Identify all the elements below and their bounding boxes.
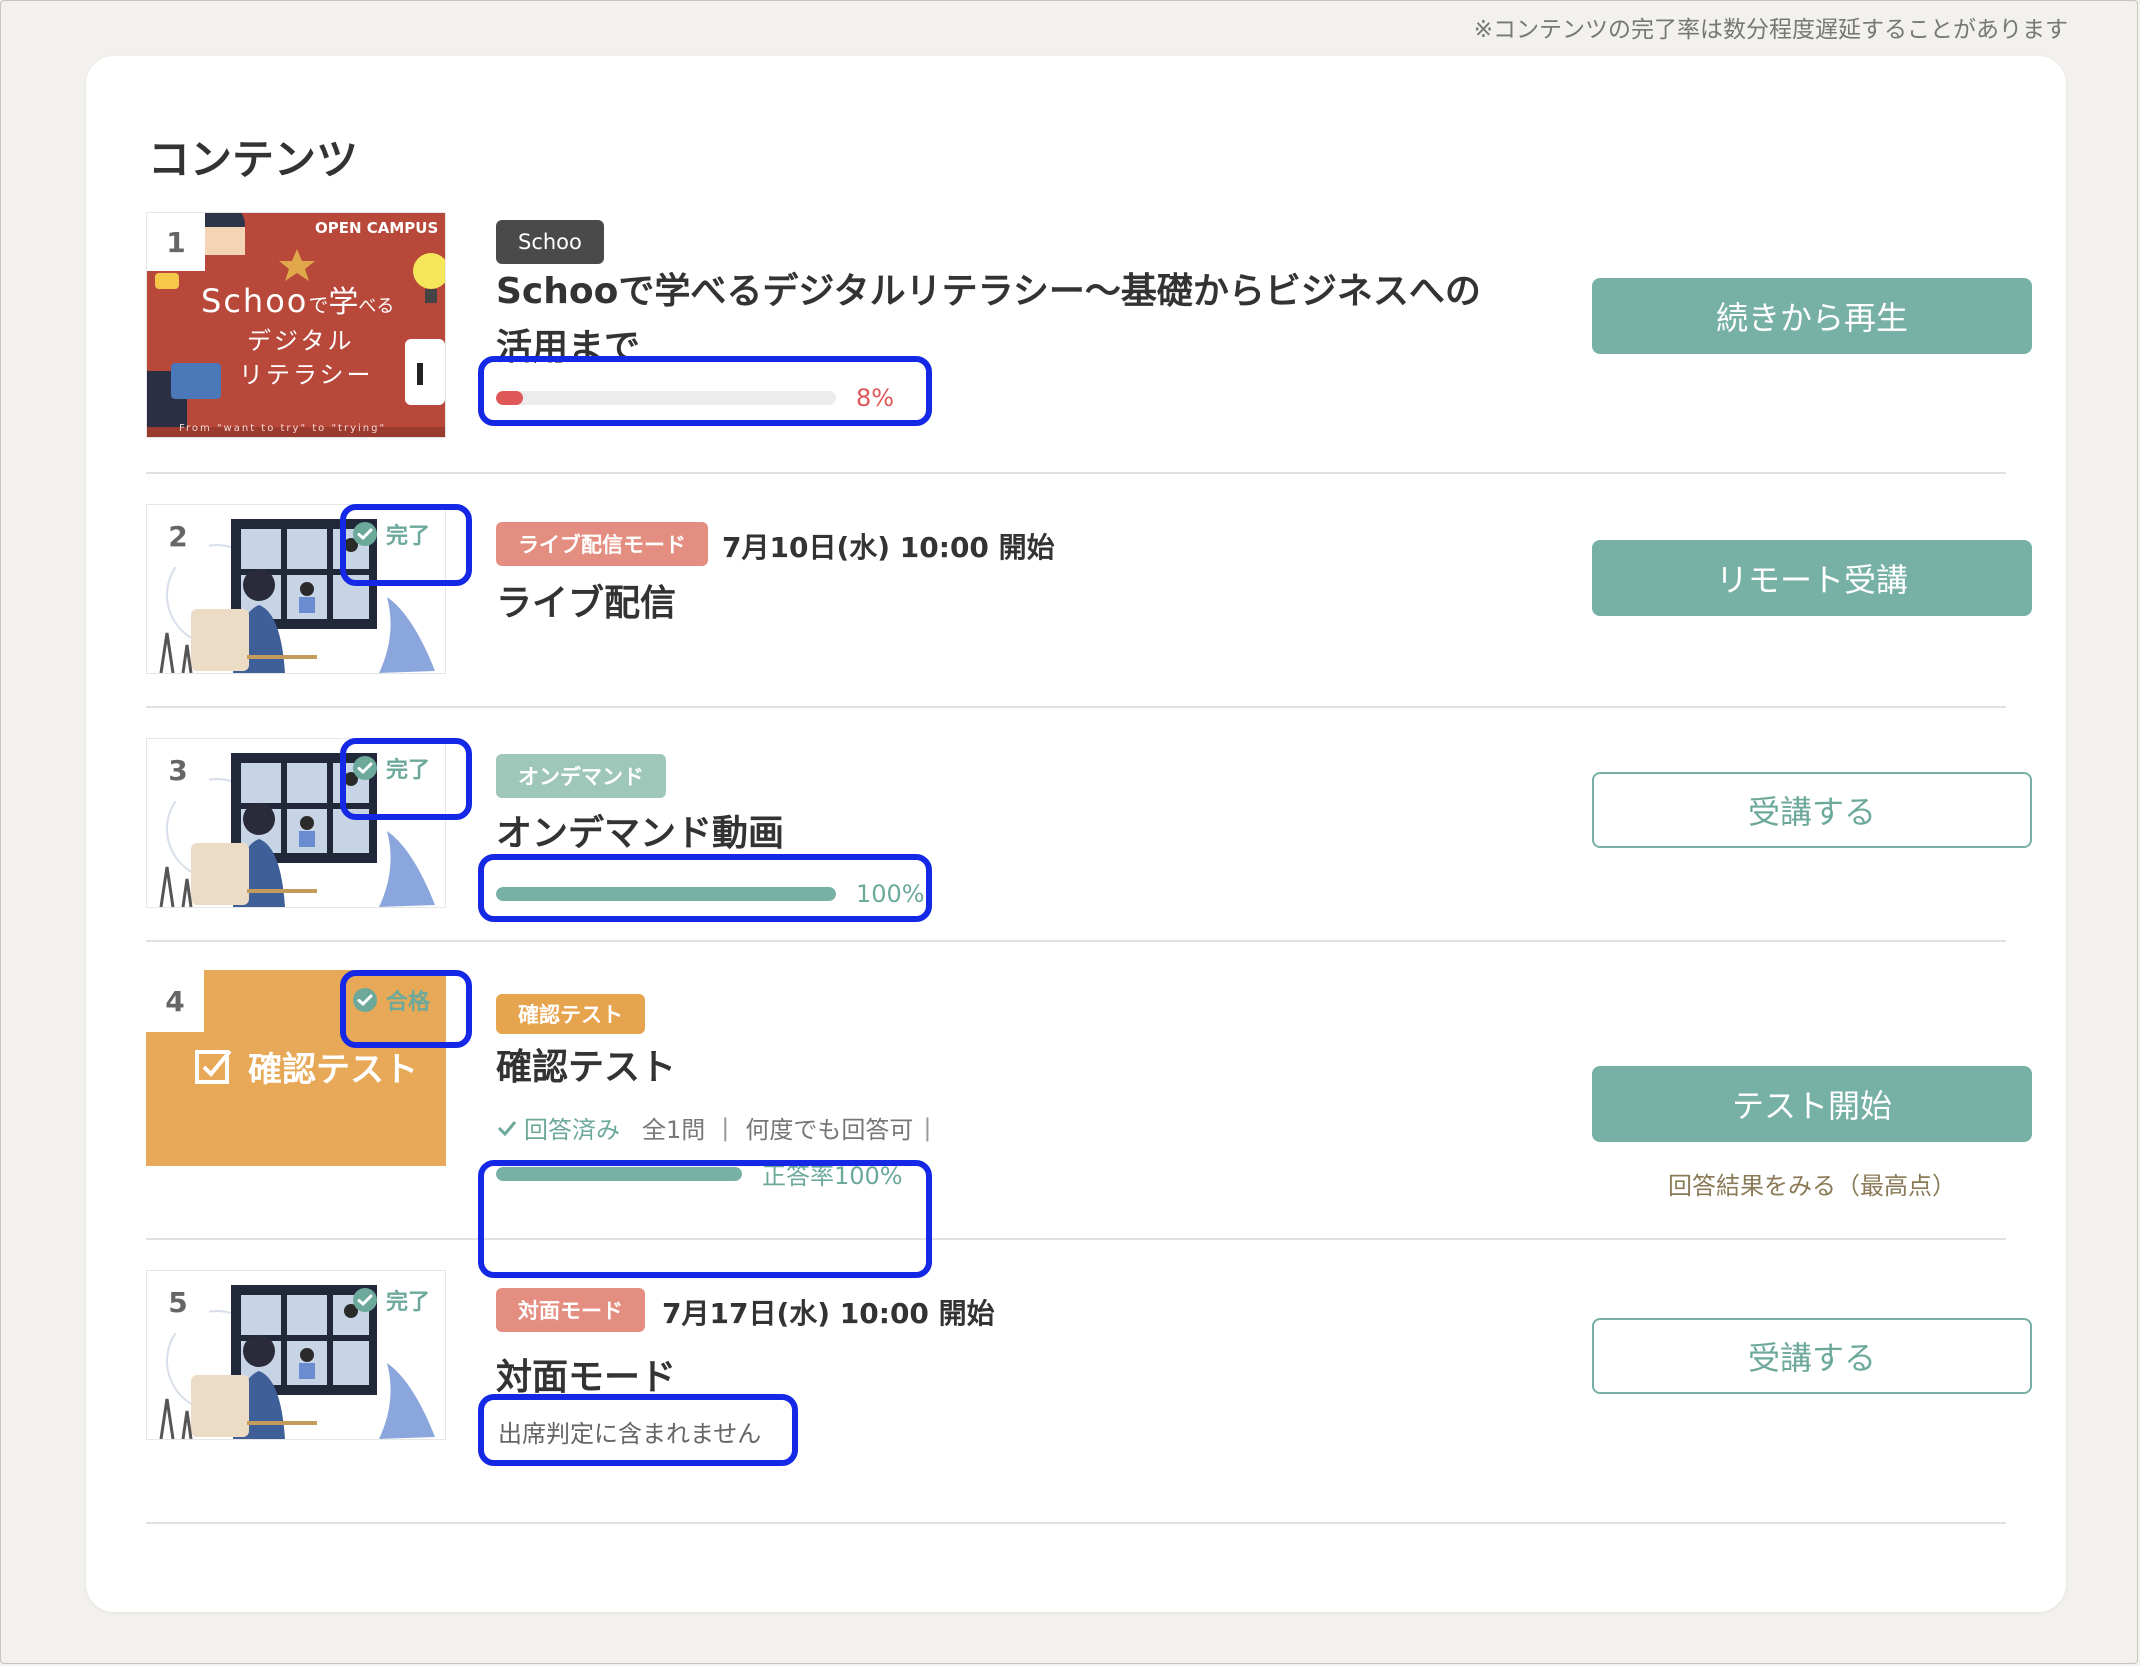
tag-live-mode: ライブ配信モード [496, 522, 708, 566]
content-title[interactable]: オンデマンド動画 [496, 806, 784, 862]
check-icon [497, 1120, 517, 1136]
status-text: 完了 [386, 524, 431, 549]
separator: | [923, 1113, 932, 1142]
take-course-button[interactable]: 受講する [1592, 1318, 2032, 1394]
content-number: 4 [146, 970, 204, 1032]
progress-percent: 100% [856, 880, 925, 908]
tag-in-person-mode: 対面モード [496, 1288, 645, 1332]
score-indicator: 正答率100% [496, 1156, 903, 1191]
start-datetime: 7月17日(水) 10:00 開始 [662, 1297, 995, 1330]
thumbnail-quiz-label: 確認テスト [194, 1042, 418, 1091]
start-datetime: 7月10日(水) 10:00 開始 [722, 531, 1055, 564]
progress-fill [496, 391, 524, 405]
remote-attend-button[interactable]: リモート受講 [1592, 540, 2032, 616]
take-course-button[interactable]: 受講する [1592, 772, 2032, 848]
quiz-summary: 回答済み 全1問 | 何度でも回答可 | [496, 1110, 947, 1145]
retry-policy: 何度でも回答可 [745, 1116, 914, 1144]
start-test-button[interactable]: テスト開始 [1592, 1066, 2032, 1142]
progress-track [496, 391, 836, 405]
content-title[interactable]: ライブ配信 [496, 576, 676, 632]
content-number: 3 [147, 739, 209, 801]
separator: | [721, 1113, 730, 1142]
title-line1: Schooで学べるデジタルリテラシー〜基礎からビジネスへの [496, 271, 1481, 312]
section-title: コンテンツ [148, 135, 359, 184]
completion-delay-note: ※コンテンツの完了率は数分程度遅延することがあります [1473, 17, 2068, 43]
progress-indicator: 100% [496, 880, 925, 908]
thumbnail-footer: From "want to try" to "trying" [179, 423, 387, 434]
attendance-note: 出席判定に含まれません [498, 1420, 762, 1448]
contents-card: コンテンツ OPEN CAMPUS Schooで学べる デジタル リテラシー F… [86, 56, 2066, 1612]
checkbox-edit-icon [195, 1049, 232, 1084]
content-row-5: 5 完了 対面モード 7月17日(水) 10:00 開始 対面モード 出席判定に… [146, 1238, 2032, 1524]
check-circle-icon [353, 988, 377, 1012]
status-passed: 合格 [352, 984, 430, 1016]
thumbnail-title-line3: リテラシー [239, 361, 374, 389]
progress-percent: 8% [856, 384, 895, 412]
content-row-1: OPEN CAMPUS Schooで学べる デジタル リテラシー From "w… [146, 206, 2032, 474]
question-count: 全1問 [642, 1116, 706, 1144]
status-completed: 完了 [352, 518, 430, 550]
check-circle-icon [353, 522, 377, 546]
progress-track [496, 887, 836, 901]
score-track [496, 1166, 742, 1181]
content-number: 5 [147, 1271, 209, 1333]
check-circle-icon [353, 1288, 377, 1312]
content-number: 2 [147, 505, 209, 567]
status-text: 完了 [386, 758, 431, 783]
content-title[interactable]: Schooで学べるデジタルリテラシー〜基礎からビジネスへの 活用まで [496, 264, 1481, 376]
resume-playback-button[interactable]: 続きから再生 [1592, 278, 2032, 354]
content-row-4: 確認テスト 4 合格 確認テスト 確認テスト 回答済み 全1問 | 何度でも回答… [146, 940, 2032, 1278]
content-number: 1 [147, 213, 205, 271]
content-title[interactable]: 対面モード [496, 1350, 676, 1406]
thumbnail-title-line2: デジタル [247, 327, 355, 355]
progress-fill [496, 887, 836, 901]
status-completed: 完了 [352, 752, 430, 784]
tag-schoo: Schoo [496, 220, 604, 264]
score-fill [496, 1166, 742, 1181]
status-completed: 完了 [352, 1284, 430, 1316]
score-percent: 正答率100% [762, 1162, 903, 1190]
tag-quiz: 確認テスト [496, 994, 645, 1034]
status-text: 合格 [386, 990, 431, 1015]
thumbnail-digital-literacy[interactable]: OPEN CAMPUS Schooで学べる デジタル リテラシー From "w… [146, 212, 446, 438]
view-results-link[interactable]: 回答結果をみる（最高点） [1592, 1166, 2032, 1201]
title-line2: 活用まで [496, 327, 641, 368]
content-row-3: 3 完了 オンデマンド オンデマンド動画 100% 受講する [146, 706, 2032, 942]
content-row-2: 2 完了 ライブ配信モード 7月10日(水) 10:00 開始 ライブ配信 リモ… [146, 472, 2032, 708]
progress-indicator: 8% [496, 384, 894, 412]
tag-on-demand: オンデマンド [496, 754, 666, 798]
content-title[interactable]: 確認テスト [496, 1040, 676, 1096]
answered-status: 回答済み [524, 1116, 620, 1144]
check-circle-icon [353, 756, 377, 780]
thumbnail-title-line1: Schooで学べる [201, 282, 395, 320]
status-text: 完了 [386, 1290, 431, 1315]
thumbnail-brand: OPEN CAMPUS [315, 219, 439, 237]
